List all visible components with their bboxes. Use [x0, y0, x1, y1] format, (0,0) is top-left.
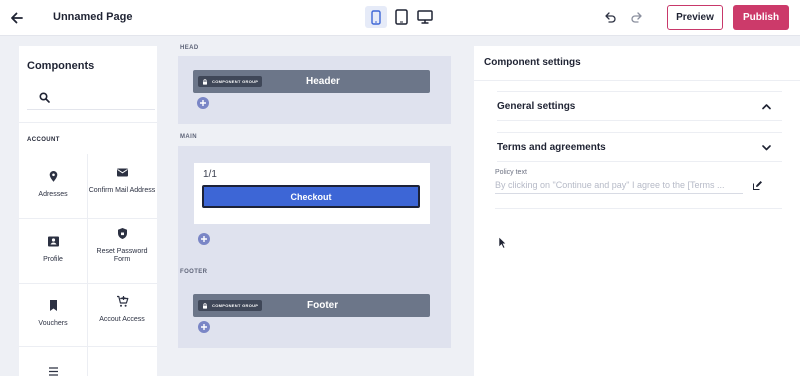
component-reset-password-form[interactable]: Reset Password Form — [88, 227, 156, 264]
section-label-main: MAIN — [180, 134, 197, 140]
plus-icon — [201, 324, 207, 330]
publish-button[interactable]: Publish — [733, 5, 789, 30]
general-settings-accordion[interactable]: General settings — [497, 91, 782, 121]
mobile-view-button[interactable] — [365, 6, 387, 28]
back-arrow-icon[interactable] — [8, 9, 26, 27]
profile-card-icon — [47, 235, 60, 248]
undo-icon[interactable] — [603, 10, 617, 24]
grid-divider — [19, 346, 157, 347]
top-bar: Unnamed Page Preview Publish — [0, 0, 800, 36]
component-profile[interactable]: Profile — [19, 235, 87, 264]
header-slot[interactable]: COMPONENT GROUP Header — [193, 70, 430, 93]
component-group-tag: COMPONENT GROUP — [198, 76, 263, 87]
terms-accordion[interactable]: Terms and agreements — [497, 132, 782, 162]
component-label: Vouchers — [38, 320, 68, 327]
edit-icon[interactable] — [752, 180, 763, 191]
section-label-head: HEAD — [180, 45, 199, 51]
tablet-icon — [394, 9, 408, 25]
tablet-view-button[interactable] — [390, 6, 412, 28]
tag-label: COMPONENT GROUP — [212, 79, 259, 84]
chevron-down-icon — [761, 142, 772, 153]
component-list-partial[interactable] — [19, 365, 87, 376]
add-component-button[interactable] — [198, 233, 210, 245]
mobile-icon — [371, 9, 381, 25]
accordion-label: Terms and agreements — [497, 142, 606, 153]
lock-icon — [203, 302, 207, 309]
shield-lock-icon — [116, 227, 129, 240]
divider — [474, 80, 800, 81]
footer-slot-title: Footer — [307, 300, 339, 311]
tag-label: COMPONENT GROUP — [212, 303, 259, 308]
component-label: Accout Access — [99, 316, 145, 323]
preview-button[interactable]: Preview — [667, 5, 723, 30]
cart-add-icon — [116, 295, 129, 308]
checkout-component[interactable]: 1/1 Checkout — [194, 163, 430, 224]
divider — [495, 208, 782, 209]
components-search-input[interactable] — [27, 86, 155, 110]
section-label-account: ACCOUNT — [27, 137, 60, 143]
redo-icon[interactable] — [630, 10, 644, 24]
component-label: Confirm Mail Address — [88, 187, 156, 194]
desktop-view-button[interactable] — [414, 6, 436, 28]
components-title: Components — [27, 60, 95, 72]
list-icon — [47, 365, 60, 376]
components-panel: Components ACCOUNT Adresses Confirm Mail… — [19, 46, 157, 376]
bookmark-icon — [47, 299, 60, 312]
add-component-button[interactable] — [197, 97, 209, 109]
component-confirm-mail-address[interactable]: Confirm Mail Address — [88, 166, 156, 195]
component-label: Reset Password Form — [96, 248, 148, 263]
component-label: Profile — [43, 256, 63, 263]
desktop-icon — [417, 10, 433, 24]
grid-divider — [19, 283, 157, 284]
footer-zone: COMPONENT GROUP Footer — [178, 282, 451, 348]
head-zone: COMPONENT GROUP Header — [178, 56, 451, 124]
header-slot-title: Header — [306, 76, 340, 87]
location-pin-icon — [47, 170, 60, 183]
mouse-cursor-icon — [498, 236, 507, 249]
footer-slot[interactable]: COMPONENT GROUP Footer — [193, 294, 430, 317]
component-vouchers[interactable]: Vouchers — [19, 299, 87, 328]
page-title: Unnamed Page — [53, 11, 133, 23]
chevron-up-icon — [761, 101, 772, 112]
accordion-label: General settings — [497, 101, 576, 112]
divider — [19, 122, 157, 123]
component-group-tag: COMPONENT GROUP — [198, 300, 263, 311]
component-accout-access[interactable]: Accout Access — [88, 295, 156, 324]
search-icon — [39, 92, 50, 103]
main-zone: 1/1 Checkout — [178, 146, 451, 290]
add-component-button[interactable] — [198, 321, 210, 333]
plus-icon — [200, 100, 206, 106]
plus-icon — [201, 236, 207, 242]
policy-text-field[interactable]: By clicking on "Continue and pay" I agre… — [495, 180, 743, 194]
component-label: Adresses — [38, 191, 68, 198]
grid-divider — [19, 218, 157, 219]
component-adresses[interactable]: Adresses — [19, 170, 87, 199]
component-settings-panel: Component settings General settings Term… — [474, 46, 800, 376]
page-canvas: HEAD COMPONENT GROUP Header MAIN 1/1 Che… — [168, 36, 464, 376]
section-label-footer: FOOTER — [180, 269, 208, 275]
step-counter: 1/1 — [203, 169, 217, 180]
lock-icon — [203, 78, 207, 85]
mail-icon — [116, 166, 129, 179]
settings-title: Component settings — [484, 57, 581, 68]
checkout-button[interactable]: Checkout — [202, 185, 420, 208]
policy-text-label: Policy text — [495, 169, 527, 176]
